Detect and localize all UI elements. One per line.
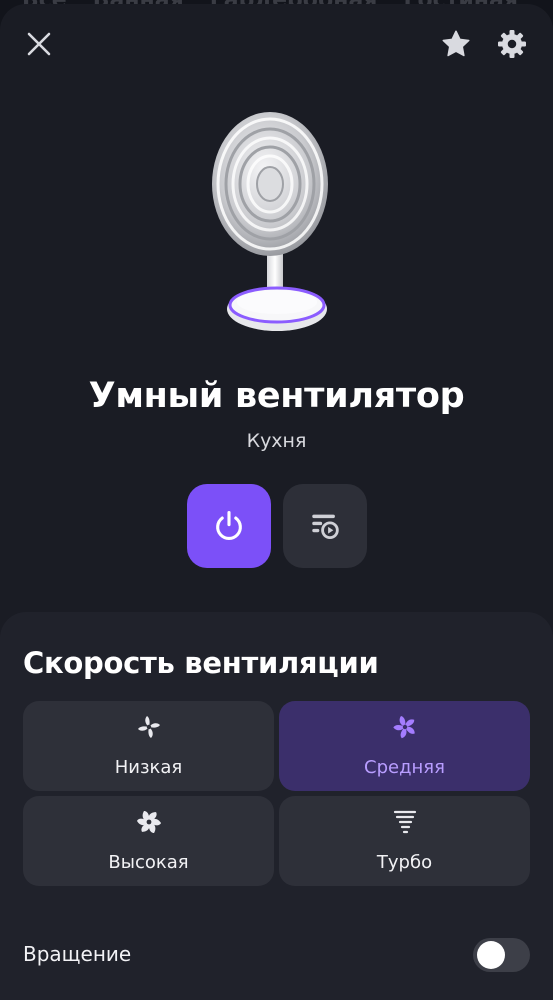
fan-medium-icon — [392, 716, 415, 739]
tornado-icon — [393, 810, 416, 834]
settings-button[interactable] — [492, 24, 532, 64]
close-button[interactable] — [19, 24, 59, 64]
device-card: Умный вентилятор Кухня Скорость вентиляц… — [0, 4, 553, 1000]
device-room: Кухня — [246, 430, 307, 452]
speed-option-label: Высокая — [108, 852, 189, 873]
rotation-label: Вращение — [23, 942, 132, 966]
speed-option-low[interactable]: Низкая — [23, 701, 274, 791]
speed-option-turbo[interactable]: Турбо — [279, 796, 530, 886]
favorite-button[interactable] — [436, 24, 476, 64]
speed-panel-title: Скорость вентиляции — [23, 646, 379, 680]
gear-icon — [498, 30, 526, 58]
scenarios-button[interactable] — [283, 484, 367, 568]
device-screen: Все Ванная Гардеробная Гостиная — [0, 0, 553, 1000]
power-icon — [216, 510, 242, 540]
toggle-knob — [477, 941, 505, 969]
rotation-toggle[interactable] — [473, 938, 530, 972]
fan-high-icon — [136, 811, 161, 833]
fan-low-icon — [137, 716, 160, 738]
power-button[interactable] — [187, 484, 271, 568]
close-icon — [27, 32, 51, 56]
speed-option-medium[interactable]: Средняя — [279, 701, 530, 791]
device-title: Умный вентилятор — [88, 376, 465, 416]
speed-option-label: Турбо — [376, 852, 433, 873]
speed-option-label: Средняя — [364, 757, 445, 778]
speed-option-label: Низкая — [114, 757, 183, 778]
speed-option-high[interactable]: Высокая — [23, 796, 274, 886]
desk-fan-image — [212, 112, 328, 331]
scenario-list-icon — [312, 514, 339, 540]
star-icon — [442, 30, 470, 57]
speed-panel: Скорость вентиляции Низкая Средняя Высок… — [0, 612, 553, 1000]
